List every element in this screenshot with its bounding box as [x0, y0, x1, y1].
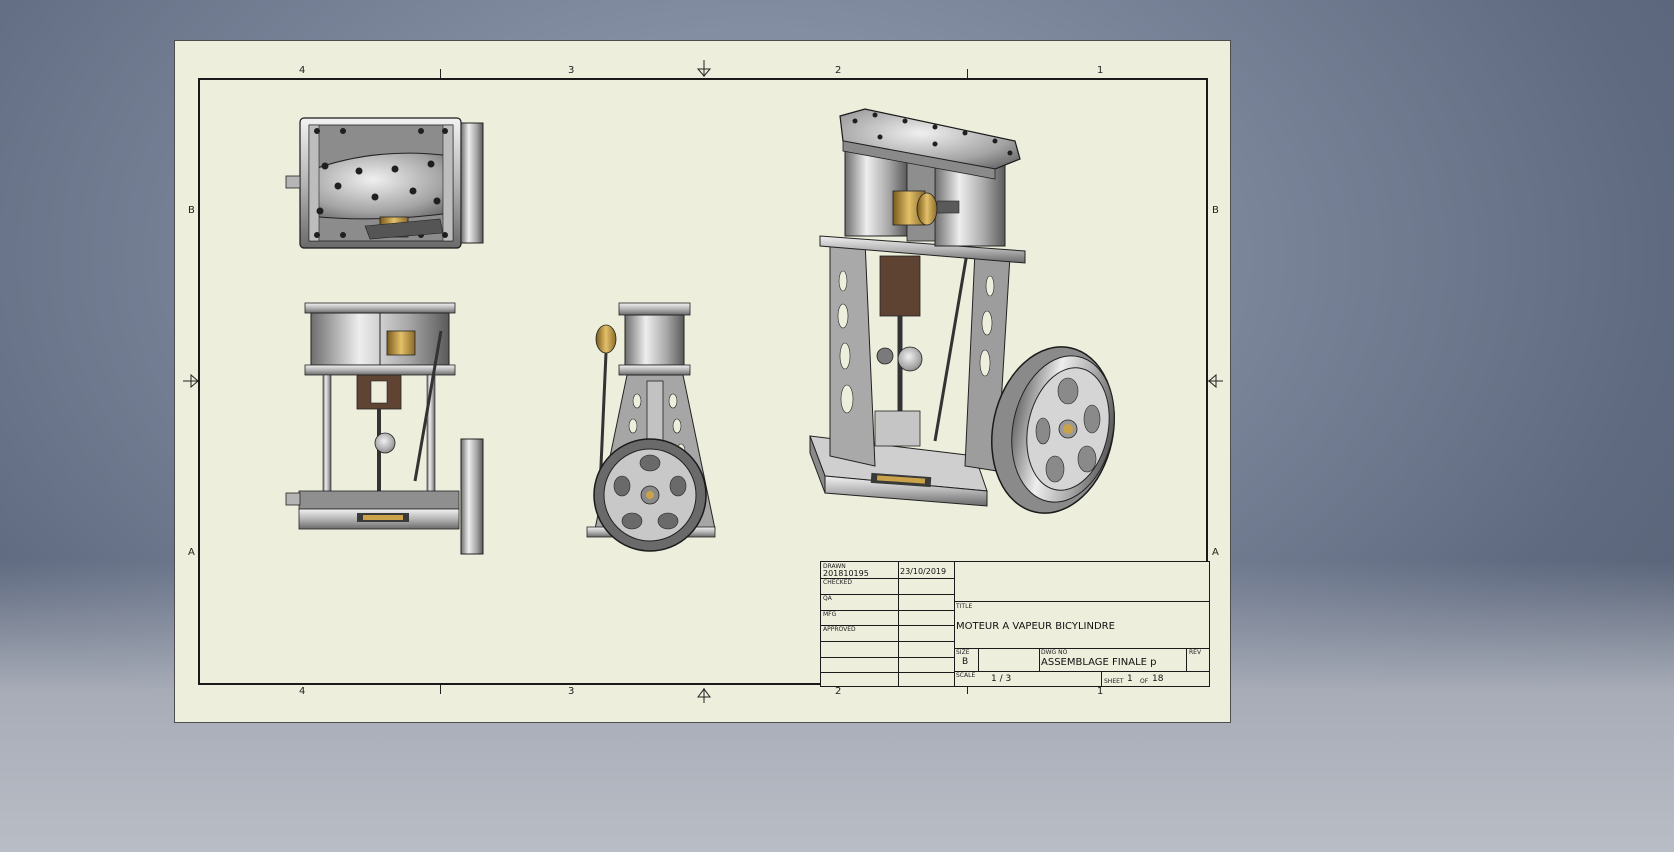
center-mark-top [696, 60, 712, 77]
zone-col-top-1: 1 [1097, 65, 1104, 76]
zone-col-bottom-3: 3 [568, 686, 575, 697]
approved-label: APPROVED [823, 626, 856, 633]
qa-label: QA [823, 595, 832, 602]
center-mark-bottom [697, 688, 711, 703]
dwg-no-value: ASSEMBLAGE FINALE p [1041, 657, 1157, 668]
mfg-label: MFG [823, 611, 837, 618]
zone-col-bottom-2: 2 [835, 686, 842, 697]
title-label: TITLE [956, 603, 973, 610]
drawn-by: 201810195 [823, 569, 869, 578]
zone-tick [967, 69, 968, 78]
rev-label: REV [1189, 649, 1202, 656]
sheet-of-label: OF [1140, 678, 1149, 685]
sheet-label: SHEET [1104, 678, 1124, 685]
zone-row-right-a: A [1212, 547, 1219, 558]
zone-col-bottom-1: 1 [1097, 686, 1104, 697]
zone-col-top-3: 3 [568, 65, 575, 76]
title-block: DRAWN 201810195 23/10/2019 CHECKED QA MF… [820, 561, 1210, 687]
sheet-total: 18 [1152, 674, 1164, 684]
drawing-title: MOTEUR A VAPEUR BICYLINDRE [956, 621, 1115, 632]
scale-label: SCALE [956, 672, 976, 679]
zone-row-left-b: B [188, 205, 195, 216]
zone-row-left-a: A [188, 547, 195, 558]
zone-col-top-2: 2 [835, 65, 842, 76]
checked-label: CHECKED [823, 579, 853, 586]
dwg-no-label: DWG NO [1041, 649, 1068, 656]
zone-col-bottom-4: 4 [299, 686, 306, 697]
drawn-date: 23/10/2019 [900, 567, 947, 576]
scale-value: 1 / 3 [991, 674, 1012, 684]
center-mark-left [183, 373, 199, 389]
center-mark-right [1208, 373, 1223, 389]
size-label: SIZE [956, 649, 970, 656]
drawing-sheet: 4 3 2 1 4 3 2 1 B A B A DRAWN 201810195 … [174, 40, 1231, 723]
sheet-number: 1 [1127, 674, 1133, 684]
zone-col-top-4: 4 [299, 65, 306, 76]
size-value: B [962, 657, 969, 667]
zone-tick [440, 685, 441, 694]
zone-tick [440, 69, 441, 78]
zone-row-right-b: B [1212, 205, 1219, 216]
